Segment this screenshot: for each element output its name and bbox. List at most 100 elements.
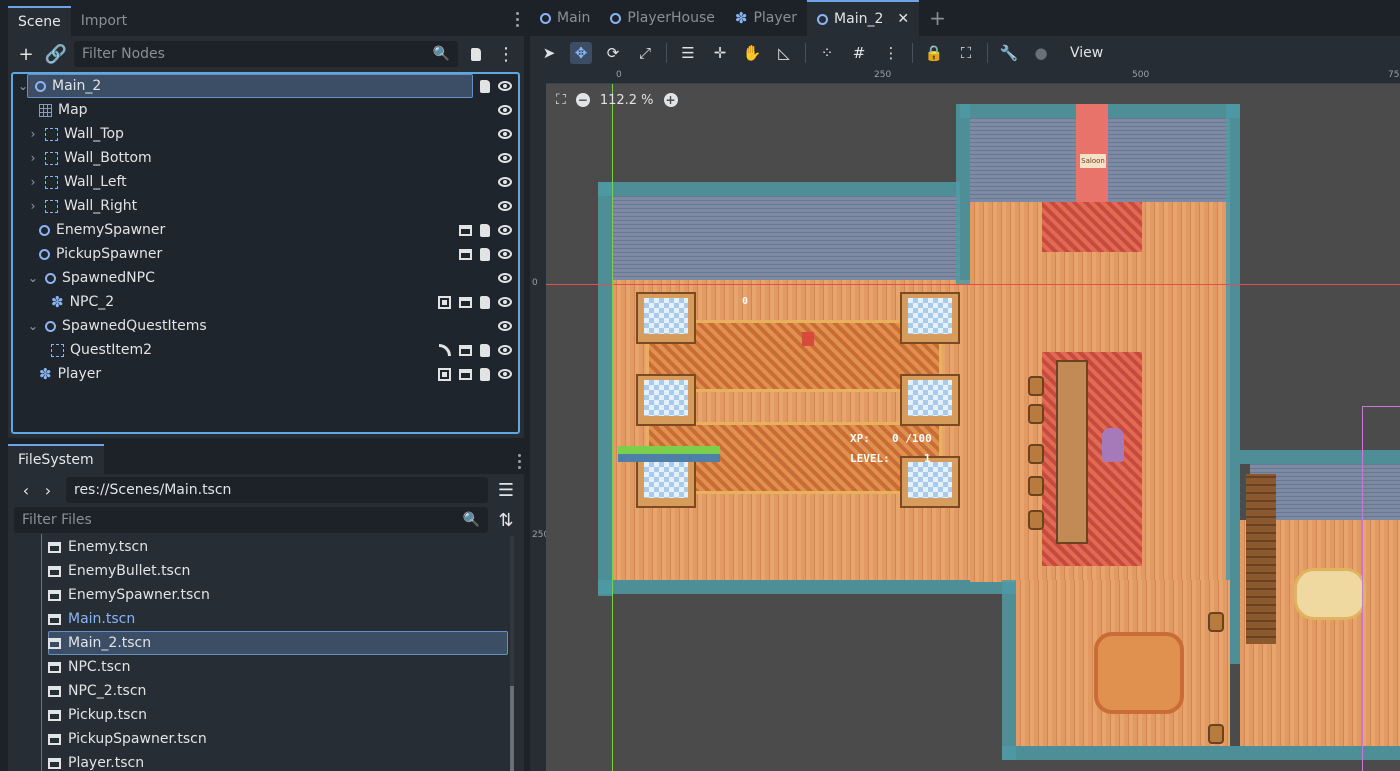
path-field[interactable]: res://Scenes/Main.tscn [66,477,488,503]
tree-node-wall-bottom[interactable]: › Wall_Bottom [13,146,518,170]
scene-instance-icon[interactable] [459,296,472,308]
tab-scene[interactable]: Scene [8,6,71,36]
lock-icon[interactable]: 🔒 [923,42,945,64]
scene-instance-icon[interactable] [459,368,472,380]
file-item[interactable]: Pickup.tscn [8,703,524,727]
scrollbar-thumb[interactable] [510,686,514,771]
pivot-icon[interactable]: ✛ [709,42,731,64]
script-icon[interactable] [480,79,490,93]
visibility-icon[interactable] [498,321,512,331]
visibility-icon[interactable] [498,345,512,355]
file-item[interactable]: EnemyBullet.tscn [8,559,524,583]
chevron-down-icon[interactable]: ⌄ [27,319,39,333]
more-icon[interactable]: ⋮ [494,42,518,66]
grid-snap-icon[interactable]: # [848,42,870,64]
tree-node-spawned-quest-items[interactable]: ⌄ SpawnedQuestItems [13,314,518,338]
ruler-tool-icon[interactable]: ◺ [773,42,795,64]
visibility-icon[interactable] [498,177,512,187]
scene-instance-icon[interactable] [459,248,472,260]
visibility-icon[interactable] [498,297,512,307]
chevron-down-icon[interactable]: ⌄ [17,79,29,93]
tab-player-house[interactable]: PlayerHouse [600,0,724,36]
tree-node-spawned-npc[interactable]: ⌄ SpawnedNPC [13,266,518,290]
file-item-selected[interactable]: Main_2.tscn [8,631,524,655]
script-icon[interactable] [480,295,490,309]
dock-menu-icon[interactable] [518,454,522,472]
snap-options-icon[interactable]: ⋮ [880,42,902,64]
visibility-icon[interactable] [498,105,512,115]
scene-instance-icon[interactable] [459,224,472,236]
scene-instance-icon[interactable] [459,344,472,356]
chevron-right-icon[interactable]: › [27,151,39,165]
tree-node-pickup-spawner[interactable]: PickupSpawner [13,242,518,266]
ruler-vertical[interactable]: 0 250 [530,70,549,771]
select-tool-icon[interactable]: ➤ [538,42,560,64]
skeleton-icon[interactable]: ● [1030,42,1052,64]
back-icon[interactable]: ‹ [14,478,38,502]
chevron-right-icon[interactable]: › [27,199,39,213]
add-node-icon[interactable]: + [14,42,38,66]
chevron-down-icon[interactable]: ⌄ [27,271,39,285]
npc-sprite[interactable] [1102,428,1124,462]
visibility-icon[interactable] [498,225,512,235]
tree-node-wall-left[interactable]: › Wall_Left [13,170,518,194]
visibility-icon[interactable] [498,273,512,283]
visibility-icon[interactable] [498,249,512,259]
close-icon[interactable]: ✕ [897,11,909,27]
script-icon[interactable] [480,367,490,381]
file-item[interactable]: Main.tscn [8,607,524,631]
zoom-in-icon[interactable]: + [663,93,678,107]
add-tab-button[interactable]: + [919,0,956,36]
tab-main2[interactable]: Main_2 ✕ [807,0,920,36]
chevron-right-icon[interactable]: › [27,127,39,141]
tree-node-enemy-spawner[interactable]: EnemySpawner [13,218,518,242]
forward-icon[interactable]: › [36,478,60,502]
file-item[interactable]: EnemySpawner.tscn [8,583,524,607]
group-icon[interactable] [438,367,451,381]
script-icon[interactable] [464,42,488,66]
move-tool-icon[interactable]: ✥ [570,42,592,64]
group-icon[interactable] [438,295,451,309]
zoom-level[interactable]: 112.2 % [600,93,654,108]
visibility-icon[interactable] [498,129,512,139]
filter-nodes-input[interactable]: Filter Nodes 🔍 [74,41,458,67]
tree-node-map[interactable]: Map [13,98,518,122]
scale-tool-icon[interactable]: ⤢ [634,42,656,64]
file-item[interactable]: PickupSpawner.tscn [8,727,524,751]
filter-files-input[interactable]: Filter Files 🔍 [14,507,488,533]
tab-filesystem[interactable]: FileSystem [8,444,104,474]
tab-import[interactable]: Import [71,6,137,36]
pan-tool-icon[interactable]: ✋ [741,42,763,64]
file-item[interactable]: Player.tscn [8,751,524,771]
tab-main[interactable]: Main [530,0,600,36]
tree-node-main2[interactable]: ⌄ Main_2 [13,74,518,98]
dock-menu-icon[interactable] [516,12,520,30]
tree-node-quest-item2[interactable]: QuestItem2 [13,338,518,362]
list-select-icon[interactable]: ☰ [677,42,699,64]
script-icon[interactable] [480,223,490,237]
file-item[interactable]: Enemy.tscn [8,535,524,559]
file-item[interactable]: NPC_2.tscn [8,679,524,703]
visibility-icon[interactable] [498,153,512,163]
tree-node-wall-top[interactable]: › Wall_Top [13,122,518,146]
canvas-viewport[interactable]: Saloon XP: 0 /100 LEVEL: 1 0 ⛶ − 112.2 %… [546,84,1400,771]
bone-icon[interactable]: 🔧 [998,42,1020,64]
layout-toggle-icon[interactable]: ☰ [494,478,518,502]
file-item[interactable]: NPC.tscn [8,655,524,679]
script-icon[interactable] [480,343,490,357]
zoom-out-icon[interactable]: − [575,93,590,107]
tree-node-wall-right[interactable]: › Wall_Right [13,194,518,218]
link-icon[interactable]: 🔗 [44,42,68,66]
ruler-horizontal[interactable]: 0 250 500 75 [546,70,1400,84]
group-select-icon[interactable]: ⛶ [955,42,977,64]
tab-player[interactable]: ✽ Player [725,0,807,36]
tree-node-npc2[interactable]: ✽ NPC_2 [13,290,518,314]
chevron-right-icon[interactable]: › [27,175,39,189]
visibility-icon[interactable] [498,81,512,91]
script-icon[interactable] [480,247,490,261]
smart-snap-icon[interactable]: ⁘ [816,42,838,64]
rotate-tool-icon[interactable]: ⟳ [602,42,624,64]
visibility-icon[interactable] [498,369,512,379]
sort-icon[interactable]: ⇅ [494,508,518,532]
player-sprite[interactable] [802,332,814,346]
